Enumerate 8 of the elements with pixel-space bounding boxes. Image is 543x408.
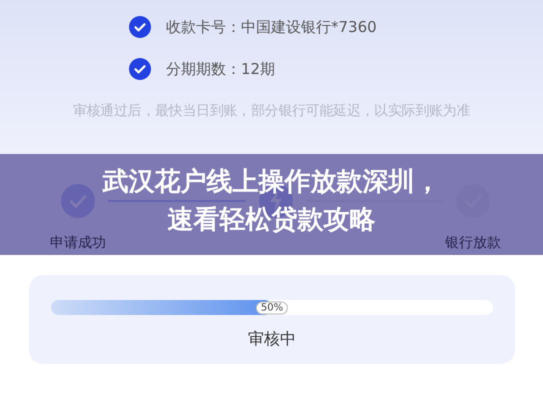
- detail-text: 收款卡号：中国建设银行*7360: [166, 18, 377, 36]
- banner-title: 武汉花户线上操作放款深圳，: [102, 166, 440, 198]
- step-label: 申请成功: [50, 234, 106, 252]
- status-text: 审核中: [248, 329, 296, 350]
- percent-label: 50%: [256, 301, 288, 314]
- step-label: 银行放款: [445, 234, 501, 252]
- banner-title: 速看轻松贷款攻略: [168, 204, 376, 236]
- detail-text: 分期期数：12期: [166, 60, 276, 78]
